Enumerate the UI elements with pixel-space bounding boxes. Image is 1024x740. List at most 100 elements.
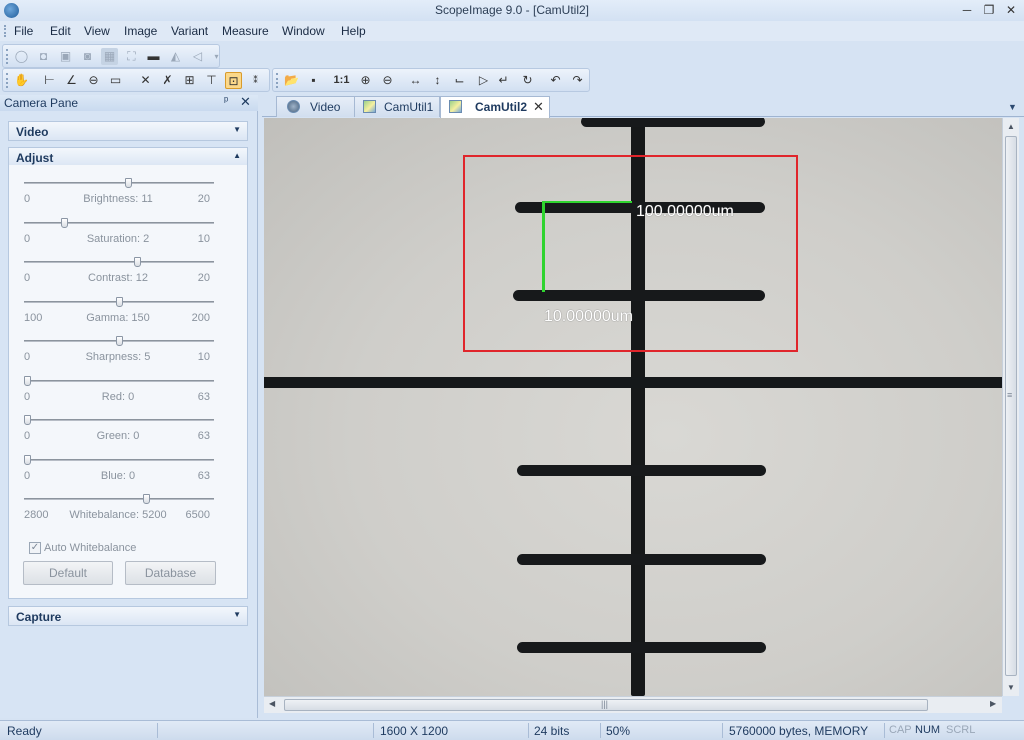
saturation-slider-track[interactable] [24, 222, 214, 224]
open-icon[interactable]: 📂 [283, 72, 300, 89]
measure-line-horizontal[interactable] [542, 201, 632, 203]
toolbar-overflow-icon[interactable]: ▾ [208, 48, 225, 65]
arrow-left-icon[interactable]: ◁ [189, 48, 206, 65]
scroll-up-icon[interactable]: ▲ [1007, 122, 1015, 131]
delete-icon[interactable]: ✕ [137, 72, 154, 89]
close-button[interactable]: ✕ [1000, 1, 1022, 19]
triangle-icon[interactable]: ◭ [167, 48, 184, 65]
image-icon [363, 100, 376, 113]
scroll-left-icon[interactable]: ◀ [269, 699, 275, 708]
toolbar-grip[interactable] [6, 73, 9, 88]
section-adjust[interactable]: Adjust ▲ [8, 147, 248, 167]
menu-view[interactable]: View [84, 24, 110, 38]
blue-slider-track[interactable] [24, 459, 214, 461]
tab-video[interactable]: Video [276, 96, 356, 117]
default-button[interactable]: Default [23, 561, 113, 585]
sharpness-slider-thumb[interactable] [116, 336, 123, 346]
actual-size-icon[interactable]: 1:1 [333, 72, 350, 89]
image-icon [449, 100, 462, 113]
refresh-icon[interactable]: ↻ [519, 72, 536, 89]
status-divider [600, 723, 601, 738]
horizontal-scrollbar[interactable]: ◀ ||| ▶ [264, 696, 1002, 713]
gamma-slider-thumb[interactable] [116, 297, 123, 307]
menu-image[interactable]: Image [124, 24, 157, 38]
red-slider-thumb[interactable] [24, 376, 31, 386]
flip-vertical-icon[interactable]: ↕ [429, 72, 446, 89]
section-capture[interactable]: Capture ▼ [8, 606, 248, 626]
tab-camutil1[interactable]: CamUtil1 [354, 96, 440, 117]
menu-edit[interactable]: Edit [50, 24, 71, 38]
scroll-right-icon[interactable]: ▶ [990, 699, 996, 708]
crop-icon[interactable]: ⌙ [451, 72, 468, 89]
image-viewport[interactable]: 100.00000um 10.00000um [264, 118, 1002, 696]
delete-all-icon[interactable]: ✗ [159, 72, 176, 89]
status-divider [157, 723, 158, 738]
minimize-button[interactable]: ─ [956, 1, 978, 19]
auto-whitebalance-checkbox[interactable]: ✓ [29, 542, 41, 554]
green-slider-thumb[interactable] [24, 415, 31, 425]
hand-icon[interactable]: ✋ [13, 72, 30, 89]
whitebalance-slider-thumb[interactable] [143, 494, 150, 504]
scroll-down-icon[interactable]: ▼ [1007, 683, 1015, 692]
rotate-left-icon[interactable]: ↵ [495, 72, 512, 89]
monitor-icon[interactable]: ▬ [145, 48, 162, 65]
line-icon[interactable]: ⊢ [41, 72, 58, 89]
tab-camutil2[interactable]: CamUtil2 ✕ [440, 96, 550, 118]
saturation-slider-thumb[interactable] [61, 218, 68, 228]
tab-close-icon[interactable]: ✕ [533, 99, 544, 115]
section-video[interactable]: Video ▼ [8, 121, 248, 141]
maximize-button[interactable]: ❐ [978, 1, 1000, 19]
contrast-slider-thumb[interactable] [134, 257, 141, 267]
text-icon[interactable]: ⊞ [181, 72, 198, 89]
green-slider-track[interactable] [24, 419, 214, 421]
record-icon[interactable]: ▣ [57, 48, 74, 65]
menu-file[interactable]: File [14, 24, 33, 38]
brightness-slider-thumb[interactable] [125, 178, 132, 188]
brightness-slider-track[interactable] [24, 182, 214, 184]
pane-close-icon[interactable]: ✕ [240, 94, 251, 110]
status-divider [373, 723, 374, 738]
undo-icon[interactable]: ↶ [547, 72, 564, 89]
redo-icon[interactable]: ↷ [569, 72, 586, 89]
zoom-in-icon[interactable]: ⊕ [357, 72, 374, 89]
measure-line-vertical[interactable] [542, 201, 545, 292]
play-icon[interactable]: ◯ [13, 48, 30, 65]
zoom-out-icon[interactable]: ⊖ [379, 72, 396, 89]
adjust-panel: 0 Brightness: 11 20 0 Saturation: 2 10 0 Contra… [8, 165, 248, 599]
tab-list-dropdown-icon[interactable]: ▼ [1008, 102, 1017, 112]
menu-measure[interactable]: Measure [222, 24, 269, 38]
status-divider [884, 723, 885, 738]
flip-horizontal-icon[interactable]: ↔ [407, 72, 424, 89]
tab-label: Video [310, 100, 341, 114]
rotate-right-icon[interactable]: ▷ [475, 72, 492, 89]
vertical-scrollbar[interactable]: ▲ ≡ ▼ [1002, 118, 1019, 696]
whitebalance-slider-track[interactable] [24, 498, 214, 500]
tab-label: CamUtil2 [475, 100, 528, 114]
pin-icon[interactable]: ᵖ [224, 95, 228, 107]
ruler-icon[interactable]: ⊤ [203, 72, 220, 89]
menu-grip[interactable] [4, 25, 7, 37]
menu-window[interactable]: Window [282, 24, 325, 38]
saturation-max-value: 10 [197, 233, 210, 245]
toolbar-grip[interactable] [276, 73, 279, 88]
vertical-scroll-thumb[interactable] [1005, 136, 1017, 676]
menu-help[interactable]: Help [341, 24, 366, 38]
rectangle-icon[interactable]: ▭ [107, 72, 124, 89]
reticle-tick [517, 642, 766, 653]
camera-settings-icon[interactable]: ◙ [79, 48, 96, 65]
menu-variant[interactable]: Variant [171, 24, 208, 38]
calibrate-icon[interactable]: ⊡ [225, 72, 242, 89]
save-icon[interactable]: ▪ [305, 72, 322, 89]
red-slider-track[interactable] [24, 380, 214, 382]
toolbar-grip[interactable] [6, 49, 9, 64]
title-bar: ScopeImage 9.0 - [CamUtil2] ─ ❐ ✕ [0, 0, 1024, 21]
snapshot-icon[interactable]: ◘ [35, 48, 52, 65]
database-button[interactable]: Database [125, 561, 216, 585]
angle-icon[interactable]: ∠ [63, 72, 80, 89]
circle-icon[interactable]: ⊖ [85, 72, 102, 89]
grid-icon[interactable]: ▦ [101, 48, 118, 65]
fullscreen-icon[interactable]: ⛶ [123, 48, 140, 65]
contrast-slider-track[interactable] [24, 261, 214, 263]
counter-icon[interactable]: ⁑ [247, 72, 264, 89]
blue-slider-thumb[interactable] [24, 455, 31, 465]
